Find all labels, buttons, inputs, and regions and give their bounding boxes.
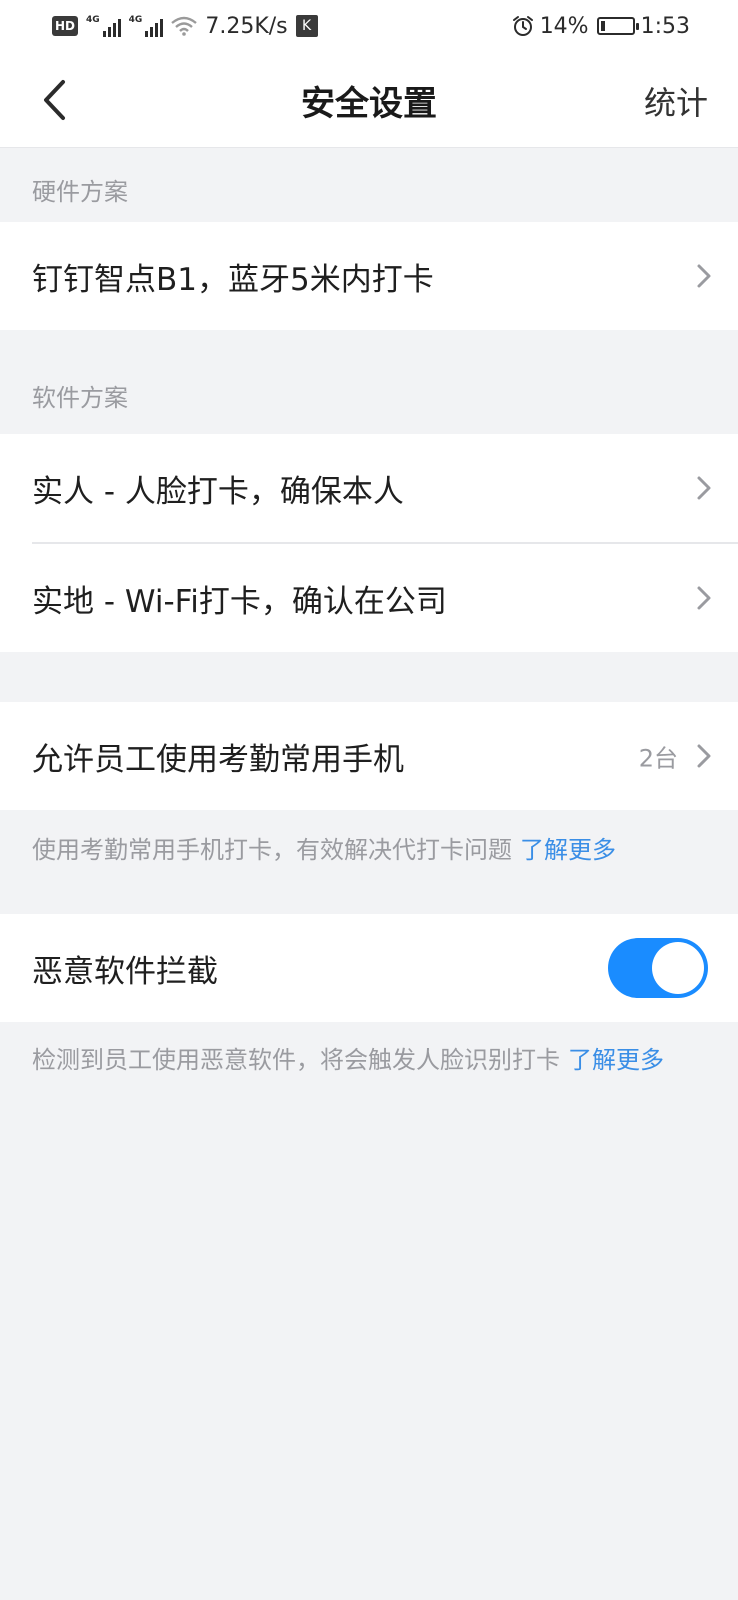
signal-icon: 4G bbox=[86, 15, 121, 37]
chevron-right-icon bbox=[697, 586, 711, 610]
software-section-header: 软件方案 bbox=[32, 384, 128, 412]
common-phone-count: 2台 bbox=[638, 744, 678, 773]
status-left: HD 4G 4G 7.25K/s K bbox=[52, 10, 318, 42]
software-group: 实人 - 人脸打卡，确保本人 实地 - Wi-Fi打卡，确认在公司 bbox=[0, 434, 738, 652]
toggle-knob bbox=[652, 942, 704, 994]
malware-intercept-item: 恶意软件拦截 bbox=[0, 914, 738, 1022]
wifi-checkin-label: 实地 - Wi-Fi打卡，确认在公司 bbox=[32, 583, 447, 620]
page-title: 安全设置 bbox=[301, 84, 437, 124]
common-phone-group: 允许员工使用考勤常用手机 2台 bbox=[0, 702, 738, 810]
common-phone-hint: 使用考勤常用手机打卡，有效解决代打卡问题 了解更多 bbox=[32, 830, 616, 865]
battery-percent: 14% bbox=[539, 13, 589, 39]
back-button[interactable] bbox=[28, 74, 80, 126]
status-bar: HD 4G 4G 7.25K/s K 14% 1:53 bbox=[0, 0, 738, 52]
wifi-checkin-item[interactable]: 实地 - Wi-Fi打卡，确认在公司 bbox=[0, 544, 738, 652]
app-k-icon: K bbox=[295, 15, 318, 37]
statistics-button[interactable]: 统计 bbox=[644, 78, 708, 124]
signal-icon: 4G bbox=[129, 15, 164, 37]
malware-intercept-label: 恶意软件拦截 bbox=[32, 953, 218, 990]
hd-icon: HD bbox=[52, 16, 79, 36]
malware-intercept-toggle[interactable] bbox=[608, 938, 708, 998]
learn-more-link[interactable]: 了解更多 bbox=[520, 836, 616, 864]
chevron-right-icon bbox=[697, 744, 711, 768]
wifi-icon bbox=[171, 16, 198, 36]
hardware-section-header: 硬件方案 bbox=[32, 178, 128, 206]
common-phone-label: 允许员工使用考勤常用手机 bbox=[32, 741, 404, 778]
face-checkin-item[interactable]: 实人 - 人脸打卡，确保本人 bbox=[0, 434, 738, 542]
network-type-label: 4G bbox=[86, 15, 100, 25]
malware-hint-text: 检测到员工使用恶意软件，将会触发人脸识别打卡 bbox=[32, 1046, 560, 1074]
hardware-group: 钉钉智点B1，蓝牙5米内打卡 bbox=[0, 222, 738, 330]
network-speed: 7.25K/s bbox=[205, 13, 288, 39]
network-type-label: 4G bbox=[128, 15, 143, 25]
battery-charging-icon bbox=[596, 17, 639, 35]
chevron-left-icon bbox=[44, 80, 65, 120]
malware-hint: 检测到员工使用恶意软件，将会触发人脸识别打卡 了解更多 bbox=[32, 1040, 664, 1075]
hardware-b1-item[interactable]: 钉钉智点B1，蓝牙5米内打卡 bbox=[0, 222, 738, 330]
chevron-right-icon bbox=[697, 476, 711, 500]
face-checkin-label: 实人 - 人脸打卡，确保本人 bbox=[32, 473, 404, 510]
clock: 1:53 bbox=[640, 13, 690, 39]
nav-bar: 安全设置 统计 bbox=[0, 52, 738, 148]
hardware-b1-label: 钉钉智点B1，蓝牙5米内打卡 bbox=[32, 261, 434, 298]
status-right: 14% 1:53 bbox=[512, 10, 690, 42]
battery-level-fill bbox=[600, 21, 605, 31]
learn-more-link[interactable]: 了解更多 bbox=[568, 1046, 664, 1074]
alarm-icon bbox=[512, 16, 533, 36]
common-phone-hint-text: 使用考勤常用手机打卡，有效解决代打卡问题 bbox=[32, 836, 512, 864]
chevron-right-icon bbox=[697, 264, 711, 288]
malware-group: 恶意软件拦截 bbox=[0, 914, 738, 1022]
common-phone-item[interactable]: 允许员工使用考勤常用手机 2台 bbox=[0, 702, 738, 810]
